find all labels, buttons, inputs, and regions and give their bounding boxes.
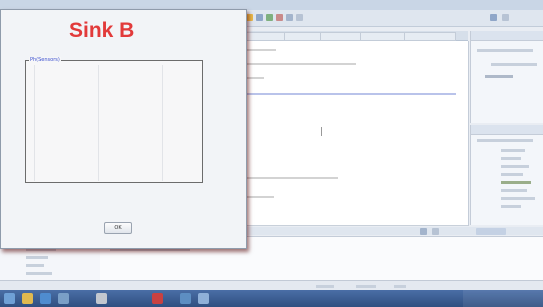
panel-item	[501, 157, 521, 160]
dialog-title: Sink B	[69, 19, 135, 42]
console-selector[interactable]	[476, 228, 506, 235]
code-line	[246, 77, 264, 79]
code-line	[246, 196, 274, 198]
debug-icon[interactable]	[276, 14, 283, 21]
java-icon[interactable]	[152, 293, 163, 304]
console-icon[interactable]	[432, 228, 439, 235]
search-icon[interactable]	[286, 14, 293, 21]
start-orb-icon[interactable]	[4, 293, 15, 304]
panel-toolbar	[477, 49, 533, 52]
status-cell	[356, 285, 376, 288]
tool-icon[interactable]	[296, 14, 303, 21]
panel-toolbar	[477, 139, 533, 142]
panel-item	[501, 173, 523, 176]
code-line	[246, 49, 276, 51]
code-line	[246, 63, 356, 65]
editor-tab[interactable]	[284, 32, 322, 41]
properties-panel	[470, 125, 543, 225]
panel-item	[501, 197, 535, 200]
editor-tab[interactable]	[360, 32, 406, 41]
grid-line	[34, 65, 35, 181]
sensor-groupbox: Ph(Sensors)	[25, 57, 203, 183]
sink-dialog: Sink B Ph(Sensors) OK	[0, 9, 247, 249]
media-icon[interactable]	[58, 293, 69, 304]
explorer-icon[interactable]	[22, 293, 33, 304]
ok-button[interactable]: OK	[104, 222, 132, 234]
run-icon[interactable]	[266, 14, 273, 21]
grid-line	[162, 65, 163, 181]
code-line	[246, 177, 338, 179]
tree-item[interactable]	[26, 256, 48, 259]
status-cell	[316, 285, 334, 288]
panel-item	[501, 205, 521, 208]
panel-item	[485, 75, 513, 78]
panel-header	[471, 125, 543, 135]
panel-item	[501, 189, 527, 192]
panel-item	[501, 149, 525, 152]
folder-icon[interactable]	[198, 293, 209, 304]
terminal-icon[interactable]	[180, 293, 191, 304]
grid-line	[98, 65, 99, 181]
panel-item	[491, 63, 537, 66]
status-cell	[394, 285, 406, 288]
editor-tab[interactable]	[404, 32, 456, 41]
groupbox-label: Ph(Sensors)	[29, 57, 61, 63]
tree-item[interactable]	[26, 272, 52, 275]
tree-item[interactable]	[26, 264, 44, 267]
panel-header	[471, 31, 543, 41]
ide-toolbar	[240, 10, 543, 27]
panel-item	[501, 165, 529, 168]
console-toolbar	[240, 227, 543, 235]
perspective-icon[interactable]	[490, 14, 497, 21]
perspective-icon[interactable]	[502, 14, 509, 21]
system-tray	[463, 290, 543, 307]
code-line	[246, 93, 456, 95]
new-icon[interactable]	[256, 14, 263, 21]
save-icon[interactable]	[246, 14, 253, 21]
outline-panel	[470, 31, 543, 123]
editor-tabs	[240, 31, 468, 41]
code-editor[interactable]	[240, 41, 469, 226]
app-icon[interactable]	[96, 293, 107, 304]
browser-icon[interactable]	[40, 293, 51, 304]
editor-tab[interactable]	[320, 32, 362, 41]
divider	[240, 225, 468, 226]
panel-item	[501, 181, 531, 184]
console-icon[interactable]	[420, 228, 427, 235]
editor-tab[interactable]	[242, 32, 286, 41]
text-caret	[321, 127, 322, 136]
taskbar	[0, 290, 543, 307]
